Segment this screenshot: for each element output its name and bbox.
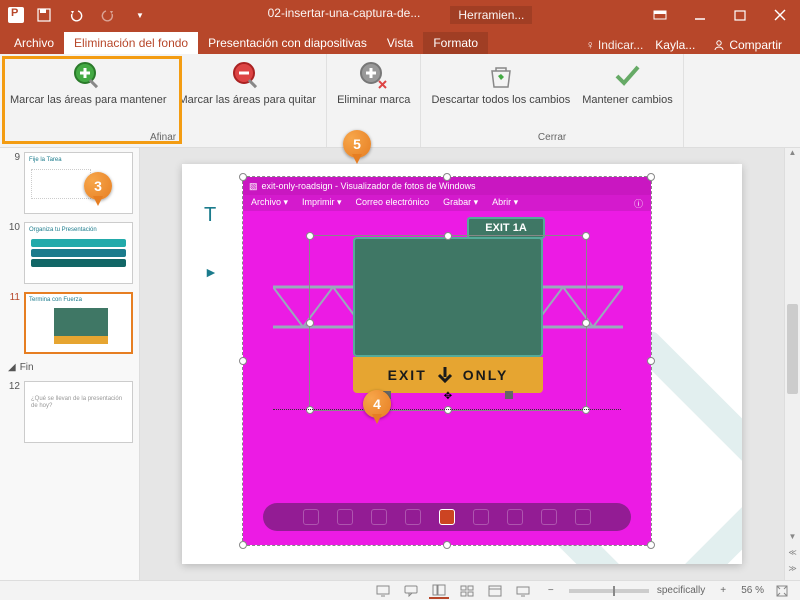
save-button[interactable] (32, 3, 56, 27)
user-name[interactable]: Kayla... (655, 38, 695, 52)
ribbon: Marcar las áreas para mantener Marcar la… (0, 54, 800, 148)
tell-me-search[interactable]: ♀ Indicar... (586, 38, 644, 52)
comments-button[interactable] (401, 583, 421, 599)
tab-formato[interactable]: Formato (423, 32, 488, 54)
slide-preview: Termina con Fuerza (24, 292, 133, 354)
slide: T ► ▧exit-only-roadsign - Visualizador d… (182, 164, 742, 564)
tab-vista[interactable]: Vista (377, 32, 423, 54)
background-removal-overlay: ▧exit-only-roadsign - Visualizador de fo… (243, 177, 651, 545)
zoom-level[interactable]: 56 % (741, 585, 764, 596)
group-label-cerrar: Cerrar (538, 130, 566, 145)
reading-view-button[interactable] (485, 583, 505, 599)
slide-number: 9 (6, 152, 20, 214)
delete-mark-icon (358, 60, 390, 92)
move-icon: ✥ (444, 391, 452, 402)
share-label: Compartir (729, 38, 782, 52)
ribbon-group-afinar: Marcar las áreas para mantener Marcar la… (0, 54, 327, 147)
slide-bullet: ► (204, 264, 218, 280)
slide-canvas[interactable]: T ► ▧exit-only-roadsign - Visualizador d… (140, 148, 784, 580)
mark-areas-remove-button[interactable]: Marcar las áreas para quitar (175, 58, 321, 130)
mark-areas-keep-button[interactable]: Marcar las áreas para mantener (6, 58, 171, 130)
context-tools-label: Herramien... (450, 6, 532, 24)
slide-number: 10 (6, 222, 20, 284)
button-label: Descartar todos los cambios (431, 94, 570, 106)
thumbnail-9[interactable]: 9 Fije la Tarea (0, 148, 139, 218)
scroll-track[interactable] (785, 164, 800, 532)
status-bar: − specifically + 56 % (0, 580, 800, 600)
slide-thumbnails-panel[interactable]: 9 Fije la Tarea 10 Organiza tu Presentac… (0, 148, 140, 580)
group-label-afinar: Afinar (150, 130, 176, 145)
prev-slide-button[interactable]: ≪ (785, 548, 800, 564)
keep-changes-button[interactable]: Mantener cambios (578, 58, 677, 130)
button-label: Marcar las áreas para quitar (179, 94, 317, 106)
thumbnail-11[interactable]: 11 Termina con Fuerza (0, 288, 139, 358)
maximize-button[interactable] (720, 0, 760, 30)
recycle-icon (485, 60, 517, 92)
scroll-thumb[interactable] (787, 304, 798, 394)
ribbon-group-afinar-2: Eliminar marca (327, 54, 421, 147)
slide-number: 12 (6, 381, 20, 443)
normal-view-button[interactable] (429, 583, 449, 599)
slideshow-button[interactable] (513, 583, 533, 599)
undo-button[interactable] (64, 3, 88, 27)
button-label: Eliminar marca (337, 94, 410, 106)
share-button[interactable]: Compartir (707, 36, 788, 54)
next-slide-button[interactable]: ≫ (785, 564, 800, 580)
app-icon (8, 7, 24, 23)
zoom-out-button[interactable]: − (541, 583, 561, 599)
scroll-down-button[interactable]: ▼ (785, 532, 800, 548)
collapse-icon: ◢ (8, 362, 16, 373)
thumbnail-10[interactable]: 10 Organiza tu Presentación (0, 218, 139, 288)
tab-eliminacion-fondo[interactable]: Eliminación del fondo (64, 32, 198, 54)
foreground-selection-box[interactable] (309, 235, 587, 411)
discard-changes-button[interactable]: Descartar todos los cambios (427, 58, 574, 130)
slide-preview: Organiza tu Presentación (24, 222, 133, 284)
image-selection[interactable]: ▧exit-only-roadsign - Visualizador de fo… (242, 176, 652, 546)
thumbnail-12[interactable]: 12 ¿Qué se llevan de la presentación de … (0, 377, 139, 447)
marquee-line (273, 409, 621, 410)
minus-pencil-icon (231, 60, 263, 92)
slide-number: 11 (6, 292, 20, 354)
ribbon-group-cerrar: Descartar todos los cambios Mantener cam… (421, 54, 683, 147)
share-icon (713, 39, 725, 51)
close-button[interactable] (760, 0, 800, 30)
ribbon-options-button[interactable] (640, 0, 680, 30)
qat-dropdown[interactable]: ▼ (128, 3, 152, 27)
button-label: Marcar las áreas para mantener (10, 94, 167, 106)
workspace: 9 Fije la Tarea 10 Organiza tu Presentac… (0, 148, 800, 580)
tab-archivo[interactable]: Archivo (4, 32, 64, 54)
checkmark-icon (611, 60, 643, 92)
zoom-in-button[interactable]: + (713, 583, 733, 599)
tab-presentacion[interactable]: Presentación con diapositivas (198, 32, 377, 54)
minimize-button[interactable] (680, 0, 720, 30)
section-header[interactable]: ◢ Fin (0, 358, 139, 377)
slide-preview: Fije la Tarea (24, 152, 133, 214)
scroll-up-button[interactable]: ▲ (785, 148, 800, 164)
zoom-slider[interactable] (569, 589, 649, 593)
redo-button[interactable] (96, 3, 120, 27)
callout-3: 3 (84, 172, 112, 208)
vertical-scrollbar[interactable]: ▲ ▼ ≪ ≫ (784, 148, 800, 580)
callout-5: 5 (343, 130, 371, 166)
photo-viewer-menu: Archivo ▾ Imprimir ▾ Correo electrónico … (243, 195, 651, 211)
sorter-view-button[interactable] (457, 583, 477, 599)
delete-mark-button[interactable]: Eliminar marca (333, 58, 414, 130)
callout-4: 4 (363, 390, 391, 426)
slide-preview: ¿Qué se llevan de la presentación de hoy… (24, 381, 133, 443)
plus-pencil-icon (72, 60, 104, 92)
button-label: Mantener cambios (582, 94, 673, 106)
photo-viewer-toolbar (263, 503, 631, 531)
document-title: 02-insertar-una-captura-de... (268, 6, 421, 24)
ribbon-tabs: Archivo Eliminación del fondo Presentaci… (0, 30, 800, 54)
fit-to-window-button[interactable] (772, 583, 792, 599)
slide-title-text: T (204, 204, 216, 227)
notes-button[interactable] (373, 583, 393, 599)
section-label: Fin (20, 362, 34, 373)
title-bar: ▼ 02-insertar-una-captura-de... Herramie… (0, 0, 800, 30)
